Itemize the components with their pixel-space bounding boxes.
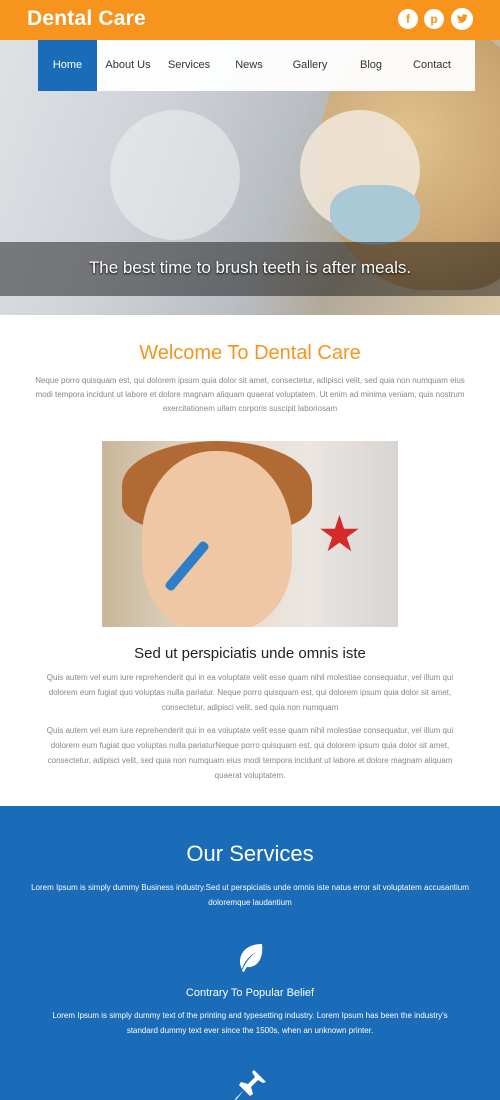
nav-item-about-us[interactable]: About Us [101, 40, 155, 91]
leaf-icon [240, 944, 263, 972]
hero-caption-text: The best time to brush teeth is after me… [88, 258, 412, 277]
services-title: Our Services [186, 841, 314, 866]
pushpin-icon [235, 1070, 266, 1100]
main-navigation: Home About Us Services News Gallery Blog… [38, 40, 475, 91]
article-paragraph-1: Quis autem vel eum iure reprehenderit qu… [46, 673, 454, 712]
nav-item-gallery[interactable]: Gallery [286, 40, 334, 91]
nav-item-home[interactable]: Home [38, 40, 97, 91]
star-decoration-icon: ★ [317, 506, 362, 562]
welcome-text: Neque porro quisquam est, qui dolorem ip… [35, 376, 465, 413]
site-logo[interactable]: Dental Care [27, 7, 146, 31]
hero-mask-shape [330, 185, 420, 245]
services-intro: Lorem Ipsum is simply dummy Business ind… [31, 883, 469, 907]
nav-item-news[interactable]: News [226, 40, 272, 91]
article-title: Sed ut perspiciatis unde omnis iste [134, 645, 366, 662]
nav-item-blog[interactable]: Blog [348, 40, 394, 91]
child-brushing-teeth-image: ★ [102, 441, 398, 627]
service-item-title: Contrary To Popular Belief [185, 987, 315, 999]
hero-background-shape [110, 110, 240, 240]
facebook-icon[interactable]: f [398, 9, 418, 29]
nav-item-contact[interactable]: Contact [406, 40, 458, 91]
twitter-icon[interactable] [451, 8, 473, 30]
photo-face-shape [142, 451, 292, 627]
article-paragraph-2: Quis autem vel eum iure reprehenderit qu… [46, 726, 454, 780]
nav-item-services[interactable]: Services [162, 40, 216, 91]
pinterest-icon[interactable]: p [424, 9, 444, 29]
welcome-title: Welcome To Dental Care [139, 342, 361, 364]
service-item-text: Lorem Ipsum is simply dummy text of the … [52, 1011, 448, 1035]
